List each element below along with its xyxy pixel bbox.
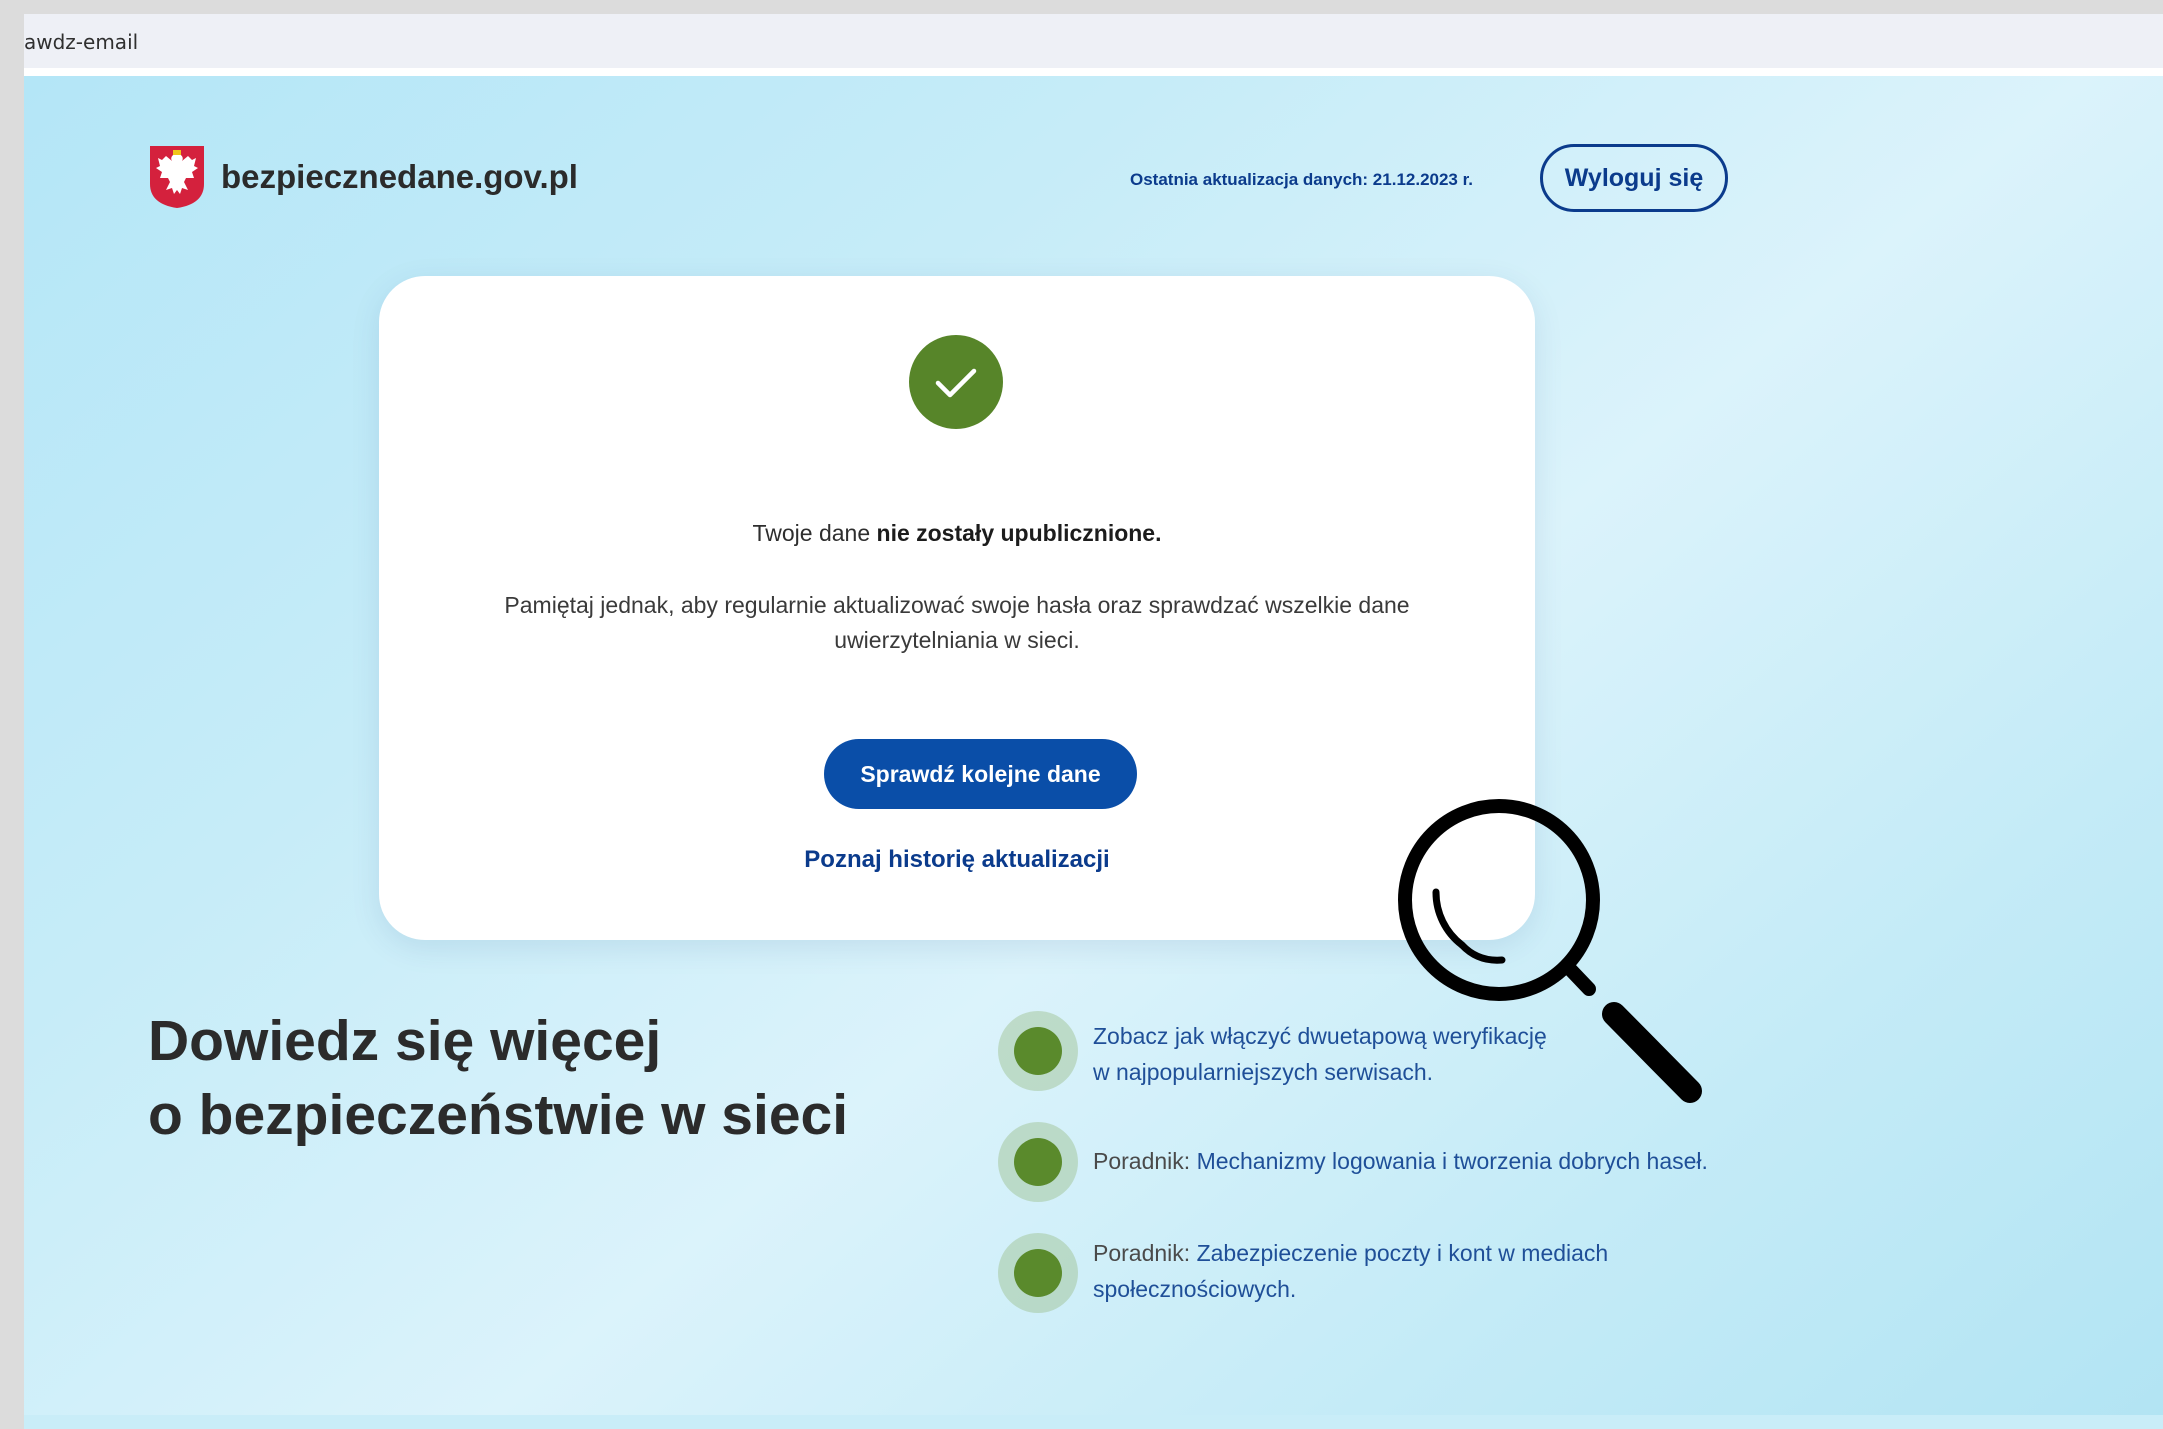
learn-more-heading-line2: o bezpieczeństwie w sieci [148,1083,849,1147]
magnifier-icon [1398,799,1702,1103]
success-badge [909,335,1003,429]
address-bar[interactable]: awdz-email [24,14,2163,76]
security-advice: Pamiętaj jednak, aby regularnie aktualiz… [504,592,1410,653]
list-bullet [998,1011,1078,1091]
learn-more-heading: Dowiedz się więcej o bezpieczeństwie w s… [148,1004,848,1152]
info-item-email-social-line2[interactable]: społecznościowych. [1093,1271,1608,1307]
result-card: Twoje dane nie zostały upublicznione. Pa… [379,276,1535,940]
logout-button[interactable]: Wyloguj się [1540,144,1728,212]
info-item-email-social-link[interactable]: Zabezpieczenie poczty i kont w mediach [1197,1240,1609,1266]
update-history-link[interactable]: Poznaj historię aktualizacji [379,846,1535,874]
site-name[interactable]: bezpiecznedane.gov.pl [221,158,578,196]
list-bullet [998,1233,1078,1313]
check-icon [935,368,977,398]
info-item-email-social-prefix: Poradnik: [1093,1240,1197,1266]
info-item-passwords-link[interactable]: Mechanizmy logowania i tworzenia dobrych… [1197,1148,1708,1174]
last-update-info: Ostatnia aktualizacja danych: 21.12.2023… [1130,170,1474,189]
polish-eagle-emblem-icon[interactable] [148,144,206,210]
learn-more-heading-line1: Dowiedz się więcej [148,1009,662,1073]
info-item-passwords[interactable]: Poradnik: Mechanizmy logowania i tworzen… [1093,1143,1708,1179]
list-bullet [998,1122,1078,1202]
address-text[interactable]: awdz-email [24,30,138,54]
check-more-data-button[interactable]: Sprawdź kolejne dane [824,739,1137,809]
result-status: Twoje dane nie zostały upublicznione. [379,520,1535,547]
browser-window: awdz-email bezpiecznedane.gov.pl Ostatni… [24,14,2163,1429]
result-status-emphasis: nie zostały upublicznione. [876,520,1162,546]
result-status-prefix: Twoje dane [752,520,877,546]
footer-band [24,1415,2163,1429]
info-item-email-social[interactable]: Poradnik: Zabezpieczenie poczty i kont w… [1093,1235,1608,1307]
page-content: bezpiecznedane.gov.pl Ostatnia aktualiza… [24,76,2163,1429]
info-item-passwords-prefix: Poradnik: [1093,1148,1197,1174]
